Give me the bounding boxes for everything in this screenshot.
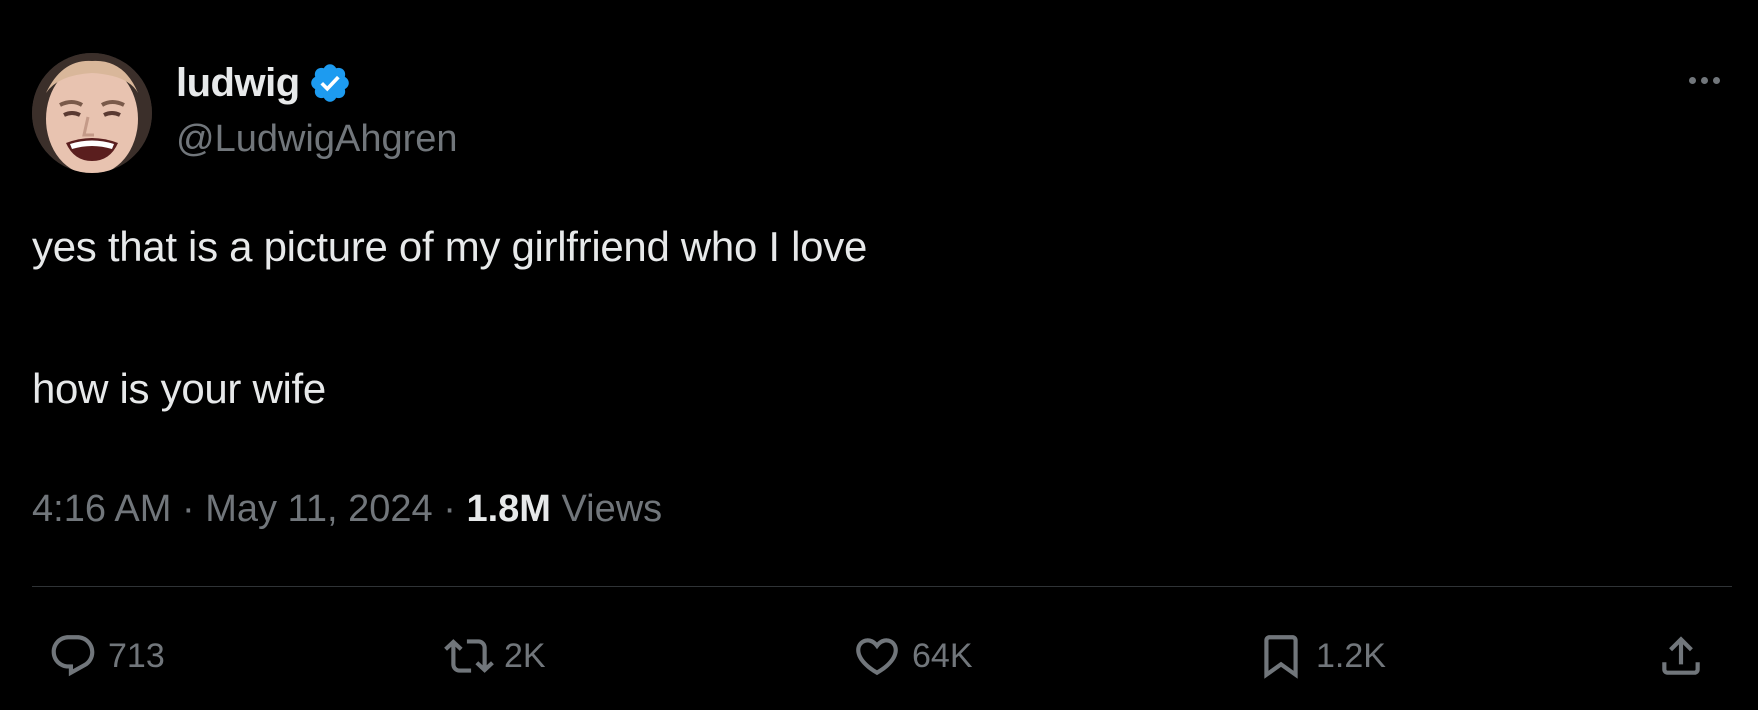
share-button[interactable] [1656,628,1706,684]
like-count: 64K [912,636,973,675]
reply-icon [51,635,95,677]
avatar-image [32,53,152,173]
bookmark-icon [1264,635,1298,679]
more-dot-icon [1712,76,1720,84]
reply-count: 713 [108,636,165,675]
tweet-text: yes that is a picture of my girlfriend w… [32,222,867,414]
divider [32,586,1732,587]
avatar[interactable] [32,53,152,173]
verified-badge-icon[interactable] [308,61,352,105]
views-label: Views [561,488,663,530]
tweet-meta: 4:16 AM · May 11, 2024 · 1.8M Views [32,488,662,531]
reply-button[interactable]: 713 [48,628,165,684]
more-options-button[interactable] [1680,62,1728,98]
tweet-text-line-1: yes that is a picture of my girlfriend w… [32,223,868,270]
meta-separator: · [181,488,195,530]
tweet-time[interactable]: 4:16 AM [32,488,171,530]
bookmark-count: 1.2K [1316,636,1386,675]
bookmark-button[interactable]: 1.2K [1256,628,1386,684]
handle[interactable]: @LudwigAhgren [176,118,458,161]
more-dot-icon [1700,76,1708,84]
display-name[interactable]: ludwig [176,61,300,106]
views-count[interactable]: 1.8M [466,488,550,530]
tweet-text-line-2: how is your wife [32,365,326,412]
repost-button[interactable]: 2K [444,628,546,684]
repost-count: 2K [504,636,546,675]
share-icon [1662,636,1700,675]
tweet-date[interactable]: May 11, 2024 [205,488,432,530]
more-dot-icon [1688,76,1696,84]
tweet: ludwig @LudwigAhgren yes that is a pictu… [0,0,1758,710]
like-button[interactable]: 64K [852,628,973,684]
repost-icon [444,639,494,673]
heart-icon [856,638,898,676]
author-name-row: ludwig [176,58,352,108]
meta-separator: · [443,488,456,530]
